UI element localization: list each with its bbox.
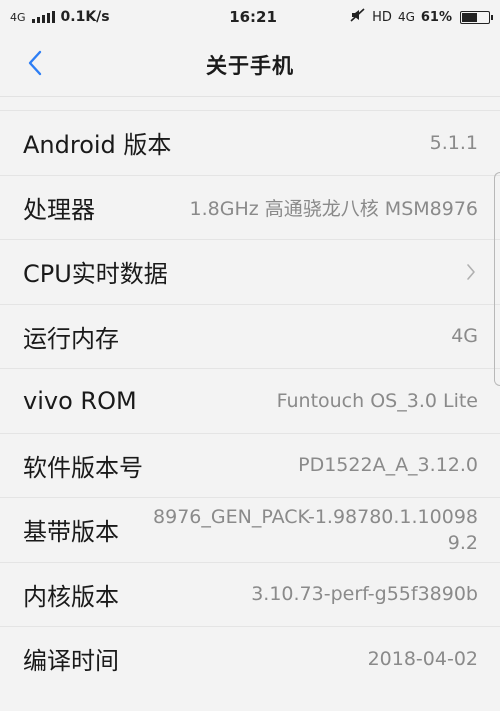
list-item-label: 内核版本 [23,582,119,611]
hd-label: HD [372,9,392,25]
list-item-label: 运行内存 [23,324,119,353]
list-item-label: 编译时间 [23,647,119,676]
data-speed-label: 0.1K/s [60,9,110,25]
scroll-indicator [494,172,500,386]
list-item-android-version: Android 版本 5.1.1 [0,110,500,175]
navigation-bar: 关于手机 [0,34,500,96]
status-left: 4G 0.1K/s [10,9,200,25]
battery-fill [462,12,477,22]
list-item-software-version: 软件版本号 PD1522A_A_3.12.0 [0,432,500,497]
list-item-value: 5.1.1 [429,131,478,154]
list-item-value: Funtouch OS_3.0 Lite [276,389,478,412]
chevron-right-icon [464,261,478,283]
list-item-ram: 运行内存 4G [0,303,500,368]
header-divider [0,96,500,97]
list-item-label: 软件版本号 [23,453,143,482]
chevron-left-icon [27,50,43,80]
battery-icon [460,10,493,24]
list-item-label: 处理器 [23,195,95,224]
list-item-processor: 处理器 1.8GHz 高通骁龙八核 MSM8976 [0,174,500,239]
list-item-label: CPU实时数据 [23,260,168,289]
list-item-value: PD1522A_A_3.12.0 [298,454,478,477]
back-button[interactable] [18,48,52,82]
status-bar: 4G 0.1K/s 16:21 HD 4G 61% [0,0,500,34]
clock: 16:21 [229,8,277,26]
list-item-cpu-realtime-data[interactable]: CPU实时数据 [0,239,500,304]
signal-strength-icon [31,11,55,23]
list-item-build-time: 编译时间 2018-04-02 [0,626,500,691]
mute-icon [350,8,366,26]
list-item-label: Android 版本 [23,131,172,160]
page-title: 关于手机 [206,54,294,78]
list-item-kernel-version: 内核版本 3.10.73-perf-g55f3890b [0,561,500,626]
list-item-label: 基带版本 [23,518,119,547]
list-item-vivo-rom: vivo ROM Funtouch OS_3.0 Lite [0,368,500,433]
list-item-label: vivo ROM [23,386,137,415]
battery-percent: 61% [420,9,452,25]
network-type-right-label: 4G [397,10,415,24]
list-item-value: 3.10.73-perf-g55f3890b [251,583,478,606]
list-item-value: 8976_GEN_PACK-1.98780.1.100989.2 [153,505,478,554]
list-item-value: 2018-04-02 [367,647,478,670]
network-type-label: 4G [10,10,26,24]
list-item-value: 4G [451,325,478,348]
list-item-baseband-version: 基带版本 8976_GEN_PACK-1.98780.1.100989.2 [0,497,500,562]
list-item-value: 1.8GHz 高通骁龙八核 MSM8976 [189,197,478,220]
status-right: HD 4G 61% [350,8,493,26]
about-phone-list: Android 版本 5.1.1 处理器 1.8GHz 高通骁龙八核 MSM89… [0,110,500,691]
bottom-strip [0,692,500,711]
